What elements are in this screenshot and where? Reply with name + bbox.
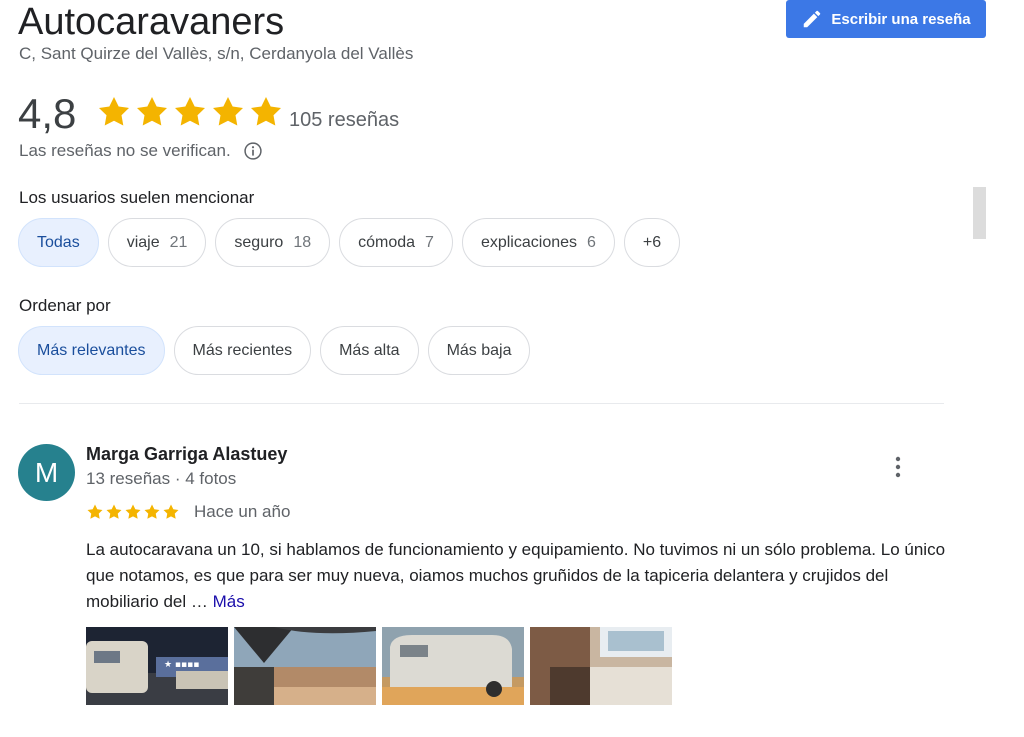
star-icon — [213, 97, 243, 126]
chip-todas[interactable]: Todas — [18, 218, 99, 267]
verify-note: Las reseñas no se verifican. — [19, 141, 263, 161]
rating-stars — [96, 94, 284, 130]
review-text: La autocaravana un 10, si hablamos de fu… — [86, 537, 956, 615]
svg-text:★ ▪▪▪▪: ★ ▪▪▪▪ — [164, 660, 199, 670]
star-icon — [144, 504, 160, 519]
star-icon — [175, 97, 205, 126]
chip-label: explicaciones — [480, 233, 578, 251]
more-vert-icon[interactable] — [890, 456, 906, 478]
photo-sunset-palms — [234, 627, 376, 705]
star-icon — [125, 504, 141, 519]
star-icon — [106, 504, 122, 519]
chip-count: 7 — [425, 233, 434, 251]
chip-viaje[interactable]: viaje 21 — [107, 218, 207, 267]
sort-chips: Más relevantes Más recientes Más alta Má… — [18, 326, 531, 375]
more-link[interactable]: Más — [213, 592, 245, 611]
write-review-label: Escribir una reseña — [831, 10, 971, 28]
chip-count: 21 — [169, 233, 188, 251]
sort-option-relevant[interactable]: Más relevantes — [18, 326, 165, 375]
info-icon[interactable] — [243, 141, 263, 161]
review-date: Hace un año — [194, 502, 291, 521]
chip-label: +6 — [642, 233, 662, 251]
mention-chips: Todas viaje 21 seguro 18 cómoda 7 explic… — [18, 218, 681, 267]
chip-label: viaje — [126, 233, 160, 251]
chip-explicaciones[interactable]: explicaciones 6 — [461, 218, 615, 267]
review-photo[interactable]: ★ ▪▪▪▪ — [86, 627, 228, 705]
chip-label: cómoda — [358, 233, 416, 251]
photo-camper-sunset — [382, 627, 524, 705]
star-icon — [163, 504, 179, 519]
sort-option-lowest[interactable]: Más baja — [427, 326, 531, 375]
chip-seguro[interactable]: seguro 18 — [215, 218, 331, 267]
star-icon — [99, 97, 129, 126]
star-icon — [251, 97, 281, 126]
chip-more[interactable]: +6 — [623, 218, 681, 267]
photo-night-camper: ★ ▪▪▪▪ — [86, 627, 228, 705]
mentions-label: Los usuarios suelen mencionar — [19, 188, 255, 207]
review-count[interactable]: 105 reseñas — [289, 109, 399, 132]
rating-value: 4,8 — [18, 90, 77, 137]
photo-camper-interior — [530, 627, 672, 705]
place-title: Autocaravaners — [18, 1, 285, 43]
pencil-icon — [804, 10, 821, 28]
reviewer-meta: 13 reseñas · 4 fotos — [86, 469, 237, 488]
divider — [19, 403, 944, 404]
chip-comoda[interactable]: cómoda 7 — [339, 218, 453, 267]
verify-note-text: Las reseñas no se verifican. — [19, 141, 231, 160]
sort-option-highest[interactable]: Más alta — [320, 326, 419, 375]
scrollbar-thumb[interactable] — [973, 187, 986, 239]
reviewer-name[interactable]: Marga Garriga Alastuey — [86, 444, 287, 465]
star-icon — [137, 97, 167, 126]
place-address: C, Sant Quirze del Vallès, s/n, Cerdanyo… — [19, 44, 414, 63]
sort-option-recent[interactable]: Más recientes — [173, 326, 312, 375]
review-stars — [86, 503, 180, 521]
star-icon — [87, 504, 103, 519]
review-photo[interactable] — [530, 627, 672, 705]
review-photo[interactable] — [234, 627, 376, 705]
chip-label: Todas — [37, 233, 80, 251]
chip-count: 18 — [293, 233, 312, 251]
review-photo[interactable] — [382, 627, 524, 705]
write-review-button[interactable]: Escribir una reseña — [786, 0, 986, 38]
chip-label: seguro — [234, 233, 284, 251]
sort-label: Ordenar por — [19, 296, 111, 315]
avatar[interactable]: M — [18, 444, 75, 501]
chip-count: 6 — [587, 233, 596, 251]
